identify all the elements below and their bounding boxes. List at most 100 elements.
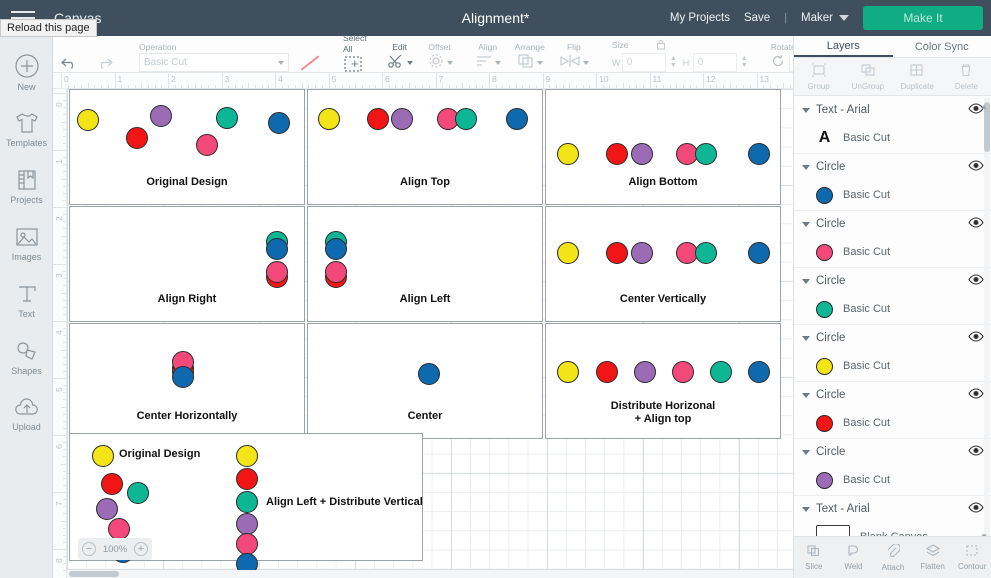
circle-shape[interactable] <box>631 242 653 264</box>
circle-shape[interactable] <box>236 513 258 535</box>
chevron-down-icon[interactable] <box>802 107 810 113</box>
design-card[interactable]: Center Horizontally <box>69 323 305 439</box>
design-card[interactable]: Align Top <box>307 89 543 205</box>
layer-header[interactable]: Circle <box>794 382 991 408</box>
circle-shape[interactable] <box>77 109 99 131</box>
layers-list[interactable]: Text - Arial A Basic Cut Circle Basic Cut Cir… <box>794 97 991 549</box>
color-swatch[interactable] <box>816 300 833 318</box>
chevron-down-icon[interactable] <box>802 221 810 227</box>
circle-shape[interactable] <box>391 108 413 130</box>
operation-control[interactable]: Operation Basic Cut <box>129 36 328 73</box>
color-swatch[interactable] <box>816 471 833 489</box>
circle-shape[interactable] <box>236 468 258 490</box>
layer-header[interactable]: Circle <box>794 268 991 294</box>
layer-header[interactable]: Circle <box>794 154 991 180</box>
operation-select[interactable]: Basic Cut <box>139 53 289 72</box>
circle-shape[interactable] <box>710 361 732 383</box>
color-swatch[interactable] <box>816 243 833 261</box>
size-w-stepper[interactable]: ▲ ▼ <box>670 55 677 69</box>
design-card[interactable]: Original Design <box>69 89 305 205</box>
layer-header[interactable]: Text - Arial <box>794 97 991 123</box>
circle-shape[interactable] <box>101 473 123 495</box>
zoom-in-button[interactable]: + <box>134 542 148 556</box>
redo-button[interactable] <box>87 36 121 73</box>
layer-header[interactable]: Circle <box>794 211 991 237</box>
circle-shape[interactable] <box>748 242 770 264</box>
circle-shape[interactable] <box>216 107 238 129</box>
undo-button[interactable] <box>53 36 87 73</box>
circle-shape[interactable] <box>748 361 770 383</box>
circle-shape[interactable] <box>557 143 579 165</box>
color-swatch[interactable] <box>816 186 833 204</box>
chevron-down-icon[interactable] <box>802 449 810 455</box>
circle-shape[interactable] <box>108 518 130 540</box>
layer-row[interactable]: Basic Cut <box>794 294 991 324</box>
circle-shape[interactable] <box>196 134 218 156</box>
layer-group[interactable]: Circle Basic Cut <box>794 382 991 439</box>
color-swatch[interactable] <box>816 414 833 432</box>
circle-shape[interactable] <box>318 108 340 130</box>
line-color-swatch[interactable] <box>300 54 320 71</box>
circle-shape[interactable] <box>150 105 172 127</box>
delete-button[interactable]: Delete <box>942 58 991 95</box>
eye-icon[interactable] <box>968 445 984 459</box>
circle-shape[interactable] <box>418 363 440 385</box>
circle-shape[interactable] <box>748 143 770 165</box>
align-button[interactable]: Align <box>468 36 508 73</box>
circle-shape[interactable] <box>634 361 656 383</box>
layer-row[interactable]: Basic Cut <box>794 180 991 210</box>
rail-item-upload[interactable]: Upload <box>0 386 53 443</box>
layer-header[interactable]: Circle <box>794 439 991 465</box>
design-canvas[interactable]: Original Design Align Top Align Bottom Alig… <box>67 89 793 578</box>
tab-color-sync[interactable]: Color Sync <box>893 36 991 57</box>
circle-shape[interactable] <box>236 491 258 513</box>
layer-row[interactable]: Basic Cut <box>794 465 991 495</box>
circle-shape[interactable] <box>606 242 628 264</box>
eye-icon[interactable] <box>968 331 984 345</box>
size-control[interactable]: Size W 0 ▲ ▼ H 0 ▲ ▼ <box>604 36 755 73</box>
eye-icon[interactable] <box>968 274 984 288</box>
circle-shape[interactable] <box>266 238 288 260</box>
chevron-down-icon[interactable] <box>802 392 810 398</box>
circle-shape[interactable] <box>606 143 628 165</box>
eye-icon[interactable] <box>968 502 984 516</box>
chevron-down-icon[interactable] <box>802 278 810 284</box>
scrollbar-thumb[interactable] <box>69 571 119 577</box>
layer-header[interactable]: Circle <box>794 325 991 351</box>
chevron-down-icon[interactable] <box>802 335 810 341</box>
circle-shape[interactable] <box>672 361 694 383</box>
edit-button[interactable]: Edit <box>380 36 420 73</box>
design-card[interactable]: Distribute Horizonal + Align top <box>545 323 781 439</box>
design-card[interactable]: Center <box>307 323 543 439</box>
circle-shape[interactable] <box>266 261 288 283</box>
circle-shape[interactable] <box>695 143 717 165</box>
group-button[interactable]: Group <box>794 58 843 95</box>
zoom-control[interactable]: − 100% + <box>78 538 152 560</box>
circle-shape[interactable] <box>172 366 194 388</box>
rail-item-shapes[interactable]: Shapes <box>0 329 53 386</box>
layer-group[interactable]: Circle Basic Cut <box>794 154 991 211</box>
rail-item-templates[interactable]: Templates <box>0 101 53 158</box>
flatten-button[interactable]: Flatten <box>913 537 953 578</box>
circle-shape[interactable] <box>127 482 149 504</box>
layer-row[interactable]: A Basic Cut <box>794 123 991 153</box>
rail-item-new[interactable]: New <box>0 44 53 101</box>
color-swatch[interactable] <box>816 357 833 375</box>
size-w-input[interactable]: 0 <box>621 53 666 72</box>
circle-shape[interactable] <box>268 112 290 134</box>
horizontal-scrollbar[interactable] <box>67 570 793 578</box>
eye-icon[interactable] <box>968 160 984 174</box>
layer-group[interactable]: Circle Basic Cut <box>794 268 991 325</box>
size-h-stepper[interactable]: ▲ ▼ <box>741 55 748 69</box>
select-all-button[interactable]: Select All + <box>336 33 380 73</box>
rail-item-projects[interactable]: Projects <box>0 158 53 215</box>
rail-item-text[interactable]: Text <box>0 272 53 329</box>
layer-group[interactable]: Circle Basic Cut <box>794 211 991 268</box>
save-button[interactable]: Save <box>744 12 770 24</box>
circle-shape[interactable] <box>455 108 477 130</box>
duplicate-button[interactable]: Duplicate <box>893 58 942 95</box>
ungroup-button[interactable]: UnGroup <box>843 58 892 95</box>
circle-shape[interactable] <box>92 445 114 467</box>
circle-shape[interactable] <box>236 445 258 467</box>
layers-scrollbar[interactable] <box>984 98 990 548</box>
